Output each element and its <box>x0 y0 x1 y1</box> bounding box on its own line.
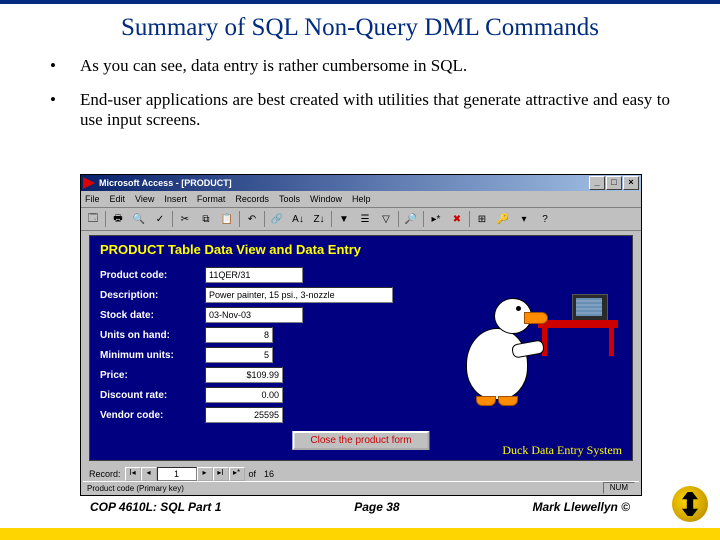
window-titlebar: Microsoft Access - [PRODUCT] _ □ × <box>81 175 641 191</box>
minimize-button[interactable]: _ <box>589 176 605 190</box>
menu-bar: File Edit View Insert Format Records Too… <box>81 191 641 208</box>
field-label: Vendor code: <box>100 410 205 421</box>
copy-icon[interactable]: ⧉ <box>196 210 216 229</box>
field-label: Product code: <box>100 270 205 281</box>
ucf-logo-icon <box>672 486 708 522</box>
menu-item[interactable]: Insert <box>164 194 187 204</box>
footer-right: Mark Llewellyn © <box>532 500 630 514</box>
new-record-icon[interactable]: ▸* <box>426 210 446 229</box>
field-label: Description: <box>100 290 205 301</box>
apply-filter-icon[interactable]: ▽ <box>376 210 396 229</box>
menu-item[interactable]: Tools <box>279 194 300 204</box>
field-input[interactable]: 0.00 <box>205 387 283 403</box>
filter-icon[interactable]: ▼ <box>334 210 354 229</box>
menu-item[interactable]: Format <box>197 194 226 204</box>
field-label: Discount rate: <box>100 390 205 401</box>
menu-item[interactable]: Records <box>235 194 269 204</box>
spell-icon[interactable]: ✓ <box>150 210 170 229</box>
find-icon[interactable]: 🔎 <box>401 210 421 229</box>
menu-item[interactable]: Help <box>352 194 371 204</box>
sort-asc-icon[interactable]: A↓ <box>288 210 308 229</box>
duck-caption: Duck Data Entry System <box>502 443 622 458</box>
field-label: Minimum units: <box>100 350 205 361</box>
close-button[interactable]: × <box>623 176 639 190</box>
help-icon[interactable]: ? <box>535 210 555 229</box>
menu-item[interactable]: Window <box>310 194 342 204</box>
status-bar: Product code (Primary key) NUM <box>83 481 639 494</box>
slide-title: Summary of SQL Non-Query DML Commands <box>0 14 720 42</box>
filter-form-icon[interactable]: ☰ <box>355 210 375 229</box>
bullet-item: As you can see, data entry is rather cum… <box>50 56 670 76</box>
field-input[interactable]: 11QER/31 <box>205 267 303 283</box>
menu-item[interactable]: View <box>135 194 154 204</box>
preview-icon[interactable]: 🔍 <box>129 210 149 229</box>
of-label: of <box>245 469 261 479</box>
of-total: 16 <box>260 469 278 479</box>
record-number[interactable]: 1 <box>157 467 197 481</box>
maximize-button[interactable]: □ <box>606 176 622 190</box>
field-input[interactable]: Power painter, 15 psi., 3-nozzle <box>205 287 393 303</box>
toolbar: 🗔 🖶 🔍 ✓ ✂ ⧉ 📋 ↶ 🔗 A↓ Z↓ ▼ ☰ ▽ 🔎 ▸* ✖ <box>81 208 641 231</box>
field-input[interactable]: 8 <box>205 327 273 343</box>
relationships-icon[interactable]: 🔑 <box>493 210 513 229</box>
last-record-button[interactable]: ▸I <box>213 467 229 481</box>
footer-left: COP 4610L: SQL Part 1 <box>90 500 221 514</box>
paste-icon[interactable]: 📋 <box>217 210 237 229</box>
product-form: PRODUCT Table Data View and Data Entry P… <box>89 235 633 461</box>
next-record-button[interactable]: ▸ <box>197 467 213 481</box>
field-input[interactable]: 25595 <box>205 407 283 423</box>
monitor-icon <box>572 294 608 322</box>
access-icon <box>83 177 95 189</box>
first-record-button[interactable]: I◂ <box>125 467 141 481</box>
undo-icon[interactable]: ↶ <box>242 210 262 229</box>
prev-record-button[interactable]: ◂ <box>141 467 157 481</box>
cut-icon[interactable]: ✂ <box>175 210 195 229</box>
bullet-item: End-user applications are best created w… <box>50 90 670 130</box>
field-label: Price: <box>100 370 205 381</box>
field-input[interactable]: 5 <box>205 347 273 363</box>
dropdown-icon[interactable]: ▾ <box>514 210 534 229</box>
record-label: Record: <box>85 469 125 479</box>
delete-record-icon[interactable]: ✖ <box>447 210 467 229</box>
field-input[interactable]: 03-Nov-03 <box>205 307 303 323</box>
slide-footer: COP 4610L: SQL Part 1 Page 38 Mark Llewe… <box>0 500 720 514</box>
status-numlock: NUM <box>603 482 635 494</box>
field-label: Units on hand: <box>100 330 205 341</box>
sort-desc-icon[interactable]: Z↓ <box>309 210 329 229</box>
toolbar-button[interactable]: 🗔 <box>83 210 103 229</box>
db-window-icon[interactable]: ⊞ <box>472 210 492 229</box>
field-label: Stock date: <box>100 310 205 321</box>
window-title: Microsoft Access - [PRODUCT] <box>99 178 232 188</box>
status-text: Product code (Primary key) <box>87 484 184 493</box>
link-icon[interactable]: 🔗 <box>267 210 287 229</box>
slide: Summary of SQL Non-Query DML Commands As… <box>0 0 720 540</box>
menu-item[interactable]: File <box>85 194 100 204</box>
bullet-list: As you can see, data entry is rather cum… <box>0 56 720 130</box>
menu-item[interactable]: Edit <box>110 194 126 204</box>
print-icon[interactable]: 🖶 <box>108 210 128 229</box>
form-heading: PRODUCT Table Data View and Data Entry <box>90 236 632 265</box>
duck-illustration <box>408 270 618 420</box>
record-navigator: Record: I◂ ◂ 1 ▸ ▸I ▸* of 16 <box>85 467 637 481</box>
close-form-button[interactable]: Close the product form <box>292 431 429 450</box>
access-window: Microsoft Access - [PRODUCT] _ □ × File … <box>80 174 642 496</box>
footer-center: Page 38 <box>354 500 399 514</box>
field-input[interactable]: $109.99 <box>205 367 283 383</box>
new-record-button[interactable]: ▸* <box>229 467 245 481</box>
